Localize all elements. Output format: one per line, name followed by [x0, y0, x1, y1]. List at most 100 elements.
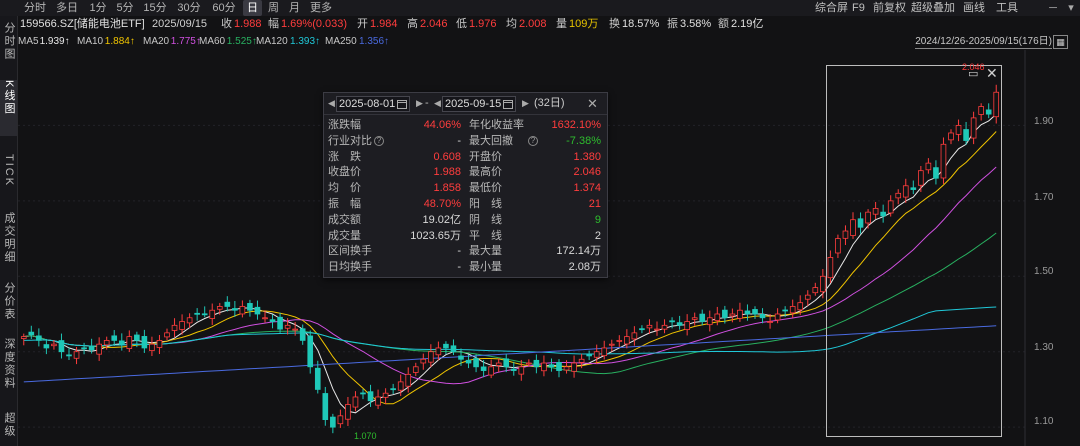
sidebar-item-label: K线图 [3, 80, 15, 116]
candle [503, 353, 510, 373]
open-value: 1.984 [370, 18, 398, 30]
candle-body [601, 347, 608, 357]
candle-body [639, 328, 645, 331]
calendar-icon [397, 99, 408, 109]
candle-body [812, 287, 819, 294]
period-tab-0[interactable]: 分时 [20, 0, 50, 16]
candle-body [171, 324, 178, 331]
minimize-icon[interactable]: ─ [1046, 1, 1060, 15]
period-tab-8[interactable]: 周 [264, 0, 283, 16]
candle [699, 309, 706, 326]
stats-row: 振 幅 48.70% 阳 线 21 [324, 196, 607, 212]
candle-body [661, 324, 668, 330]
candle [81, 342, 87, 355]
help-icon[interactable]: ? [374, 135, 384, 146]
sidebar-item-2[interactable]: TICK [0, 154, 17, 202]
low-annotation: 1.070 [354, 431, 377, 441]
candle [224, 296, 231, 312]
candle [631, 326, 638, 346]
ma-label-1: MA10 [77, 36, 104, 47]
selection-close-icon[interactable]: ✕ [986, 65, 998, 82]
stats-row: 行业对比 - 最大回撤 -7.38%?? [324, 133, 607, 149]
candle [239, 300, 246, 318]
popup-close-icon[interactable]: ✕ [587, 93, 598, 114]
candle-body [20, 336, 27, 339]
vol-value: 109万 [569, 18, 599, 30]
toolbar-button-2[interactable]: 前复权 [873, 0, 906, 16]
stats-row: 涨 跌 0.608 开盘价 1.380 [324, 149, 607, 165]
candle [314, 360, 321, 394]
candle [495, 358, 502, 373]
candle [812, 282, 819, 296]
prev-arrow-icon-2[interactable]: ◀ [434, 93, 441, 114]
sidebar-item-label: TICK [3, 154, 15, 188]
candle-body [646, 324, 653, 329]
stat-label: 阳 线 [469, 198, 502, 210]
period-tab-9[interactable]: 月 [285, 0, 304, 16]
candle [661, 319, 668, 334]
candle-body [458, 355, 464, 360]
candle-body [352, 396, 359, 408]
start-date-input[interactable]: 2025-08-01 [336, 96, 411, 112]
sidebar-item-5[interactable]: 深度资料 [0, 338, 17, 394]
day-count: (32日) [534, 97, 565, 109]
vol-label: 量 [556, 18, 567, 30]
period-tab-2[interactable]: 1分 [85, 0, 111, 16]
toolbar-button-5[interactable]: 工具 [996, 0, 1018, 16]
stats-row: 成交量 1023.65万平 线 2 [324, 228, 607, 244]
period-tab-4[interactable]: 15分 [139, 0, 171, 16]
candle [232, 300, 238, 317]
candle [247, 299, 253, 317]
stat-value: - [457, 134, 461, 147]
stat-value: 2.046 [573, 166, 601, 179]
end-date-input[interactable]: 2025-09-15 [442, 96, 517, 112]
help-icon[interactable]: ? [528, 135, 538, 146]
toolbar-button-4[interactable]: 画线 [963, 0, 985, 16]
candle [541, 355, 547, 377]
toolbar-button-1[interactable]: F9 [852, 0, 865, 16]
sidebar-item-3[interactable]: 成交明细 [0, 212, 17, 268]
price-tick: 1.10 [1034, 416, 1054, 427]
period-tab-10[interactable]: 更多 [305, 0, 337, 16]
ma-value-4: 1.393↑ [290, 36, 321, 47]
candle [126, 330, 133, 352]
stat-value: 9 [594, 213, 601, 226]
sidebar-item-4[interactable]: 分价表 [0, 282, 17, 322]
candle [352, 391, 359, 412]
period-tab-3[interactable]: 5分 [112, 0, 138, 16]
candle [111, 330, 118, 347]
candle-body [488, 366, 494, 376]
stat-value: 0.608 [433, 150, 461, 163]
period-tab-5[interactable]: 30分 [173, 0, 205, 16]
stat-label: 振 幅 [328, 198, 361, 210]
period-tab-1[interactable]: 多日 [52, 0, 82, 16]
candle-body [390, 388, 396, 391]
period-tab-6[interactable]: 60分 [208, 0, 240, 16]
candle-body [73, 351, 80, 359]
next-arrow-icon[interactable]: ▶ [416, 93, 423, 114]
amount-label: 额 [718, 18, 729, 30]
next-arrow-icon-2[interactable]: ▶ [522, 93, 529, 114]
interval-selection-box[interactable] [826, 65, 1002, 437]
stat-label: 成交量 [328, 229, 361, 242]
candle-body [541, 362, 547, 372]
candle [156, 334, 163, 355]
stat-label: 最高价 [469, 166, 502, 179]
sidebar-item-1[interactable]: K线图 [0, 80, 17, 136]
stat-label: 收盘价 [328, 166, 361, 179]
toolbar-button-3[interactable]: 超级叠加 [911, 0, 955, 16]
candle-body [473, 358, 479, 368]
range-calendar-icon[interactable]: ▦ [1053, 35, 1068, 49]
toolbar-button-0[interactable]: 综合屏 [815, 0, 848, 16]
prev-arrow-icon[interactable]: ◀ [328, 93, 335, 114]
period-tab-7[interactable]: 日 [243, 0, 262, 16]
candle-body [676, 322, 683, 326]
candle [337, 409, 344, 428]
stat-label: 涨跌幅 [328, 119, 361, 131]
stat-label: 开盘价 [469, 150, 502, 163]
more-icon[interactable]: ▾ [1064, 1, 1078, 15]
candle [820, 268, 826, 299]
candle [171, 318, 178, 338]
candle [36, 328, 42, 347]
sidebar-item-6[interactable]: 超级 [0, 412, 17, 442]
